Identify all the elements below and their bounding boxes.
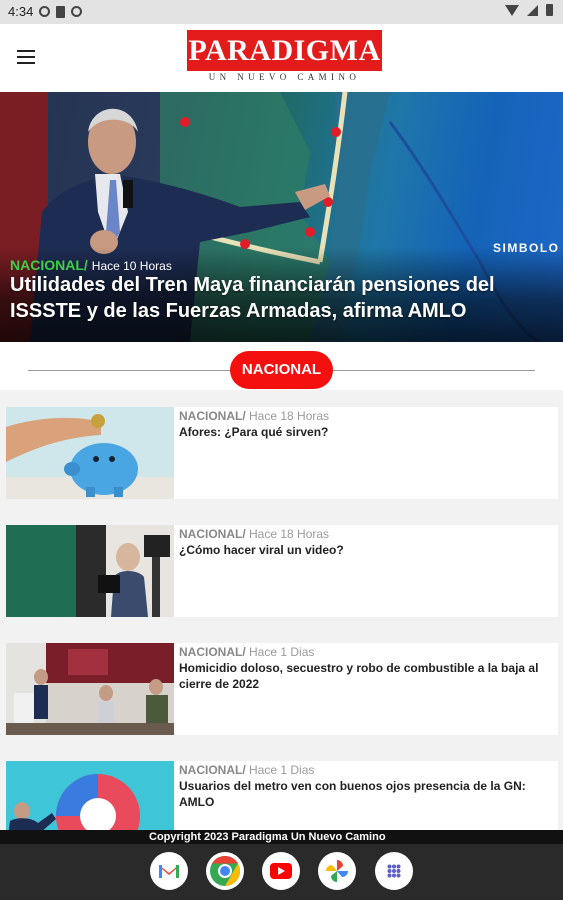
photos-icon[interactable] (318, 852, 356, 890)
section-header: NACIONAL (0, 342, 563, 390)
hero-title[interactable]: Utilidades del Tren Maya financiarán pen… (10, 272, 550, 324)
featured-article[interactable]: SIMBOLO NACIONAL/Hace 10 Horas Utilidade… (0, 92, 563, 342)
article-item[interactable]: NACIONAL/ Hace 18 Horas ¿Cómo hacer vira… (6, 525, 558, 617)
app-header: PARADIGMA UN NUEVO CAMINO (0, 24, 563, 92)
piggy-bank-thumbnail (6, 407, 174, 499)
article-title[interactable]: Afores: ¿Para qué sirven? (179, 424, 554, 440)
settings-icon (71, 6, 83, 17)
article-item[interactable]: NACIONAL/ Hace 18 Horas Afores: ¿Para qu… (6, 407, 558, 499)
article-meta: NACIONAL/ Hace 1 Dias (179, 763, 314, 777)
site-logo[interactable]: PARADIGMA UN NUEVO CAMINO (187, 30, 382, 82)
article-meta: NACIONAL/ Hace 1 Dias (179, 645, 314, 659)
settings-icon (39, 6, 51, 17)
donut-chart-thumbnail (6, 761, 174, 830)
hamburger-menu-icon[interactable] (17, 50, 35, 64)
app-dock (0, 844, 563, 900)
article-category[interactable]: NACIONAL/ (179, 409, 246, 423)
article-list[interactable]: NACIONAL/ Hace 18 Horas Afores: ¿Para qu… (0, 390, 563, 830)
chrome-icon[interactable] (206, 852, 244, 890)
article-item[interactable]: NACIONAL/ Hace 1 Dias Usuarios del metro… (6, 761, 558, 830)
logo-tagline: UN NUEVO CAMINO (208, 72, 361, 82)
article-title[interactable]: Usuarios del metro ven con buenos ojos p… (179, 778, 554, 810)
press-conference-thumbnail (6, 643, 174, 735)
article-time: Hace 18 Horas (249, 527, 330, 541)
hero-meta: NACIONAL/Hace 10 Horas (10, 257, 172, 273)
section-nacional-button[interactable]: NACIONAL (230, 351, 333, 389)
article-meta: NACIONAL/ Hace 18 Horas (179, 527, 329, 541)
sd-card-icon (56, 5, 66, 18)
article-time: Hace 18 Horas (249, 409, 330, 423)
article-category[interactable]: NACIONAL/ (179, 527, 246, 541)
article-category[interactable]: NACIONAL/ (179, 645, 246, 659)
hero-category[interactable]: NACIONAL/ (10, 257, 88, 273)
wifi-icon (505, 4, 519, 16)
gmail-icon[interactable] (150, 852, 188, 890)
video-recording-thumbnail (6, 525, 174, 617)
article-title[interactable]: ¿Cómo hacer viral un video? (179, 542, 554, 558)
article-time: Hace 1 Dias (249, 763, 315, 777)
status-time: 4:34 (8, 4, 34, 19)
article-item[interactable]: NACIONAL/ Hace 1 Dias Homicidio doloso, … (6, 643, 558, 735)
article-title[interactable]: Homicidio doloso, secuestro y robo de co… (179, 660, 554, 692)
hero-time: Hace 10 Horas (91, 259, 172, 273)
status-bar: 4:34 (0, 0, 563, 24)
app-drawer-icon[interactable] (375, 852, 413, 890)
article-meta: NACIONAL/ Hace 18 Horas (179, 409, 329, 423)
battery-icon (546, 4, 553, 16)
signal-icon (527, 4, 538, 16)
copyright-text: Copyright 2023 Paradigma Un Nuevo Camino (149, 831, 386, 843)
youtube-icon[interactable] (262, 852, 300, 890)
article-time: Hace 1 Dias (249, 645, 315, 659)
footer: Copyright 2023 Paradigma Un Nuevo Camino (0, 830, 563, 844)
article-category[interactable]: NACIONAL/ (179, 763, 246, 777)
logo-text: PARADIGMA (187, 30, 382, 71)
